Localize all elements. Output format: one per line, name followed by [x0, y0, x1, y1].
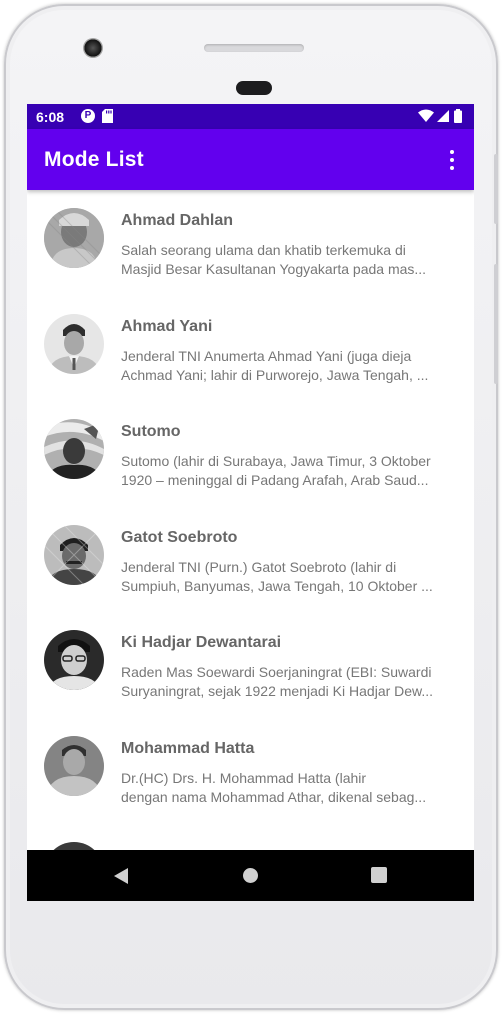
item-name: Ahmad Yani	[121, 317, 213, 335]
item-description: Jenderal TNI (Purn.) Gatot Soebroto (lah…	[121, 558, 457, 596]
home-icon[interactable]	[243, 868, 258, 883]
more-vert-icon[interactable]	[440, 146, 464, 174]
item-name: Gatot Soebroto	[121, 528, 238, 546]
avatar	[44, 630, 104, 691]
earpiece-speaker	[204, 44, 304, 52]
item-desc-line1: Jenderal TNI (Purn.) Gatot Soebroto (lah…	[121, 558, 397, 575]
status-time: 6:08	[36, 109, 65, 125]
item-desc-line1: Dr.(HC) Drs. H. Mohammad Hatta (lahir	[121, 770, 367, 786]
list-item[interactable]: Ki Hadjar Dewantarai Raden Mas Soewardi …	[27, 612, 474, 718]
recents-icon[interactable]	[371, 867, 387, 883]
item-desc-line2: Suryaningrat, sejak 1922 menjadi Ki Hadj…	[121, 683, 434, 700]
app-title: Mode List	[44, 148, 144, 171]
front-camera	[83, 38, 103, 58]
item-name: Ahmad Dahlan	[121, 212, 234, 229]
hero-list[interactable]: Ahmad Dahlan Salah seorang ulama dan kha…	[27, 190, 474, 850]
item-desc-line2: Sumpiuh, Banyumas, Jawa Tengah, 10 Oktob…	[121, 577, 433, 594]
item-description: Jenderal TNI Anumerta Ahmad Yani (juga d…	[121, 347, 457, 385]
avatar	[44, 313, 104, 374]
item-description: Sutomo (lahir di Surabaya, Jawa Timur, 3…	[121, 452, 457, 490]
item-desc-line1: Raden Mas Soewardi Soerjaningrat (EBI: S…	[121, 664, 432, 681]
sensor-pill	[236, 81, 272, 95]
avatar	[44, 419, 104, 480]
avatar	[44, 736, 104, 796]
item-desc-line2: Masjid Besar Kasultanan Yogyakarta pada …	[121, 261, 427, 277]
item-desc-line2: dengan nama Mohammad Athar, dikenal seba…	[121, 789, 427, 805]
navigation-bar	[27, 850, 474, 901]
item-name: Ki Hadjar Dewantarai	[121, 634, 282, 652]
battery-icon	[454, 109, 462, 123]
list-item[interactable]	[27, 824, 474, 850]
status-right-icons	[418, 109, 466, 124]
list-item[interactable]: Gatot Soebroto Jenderal TNI (Purn.) Gato…	[27, 507, 474, 613]
list-item[interactable]: Sutomo Sutomo (lahir di Surabaya, Jawa T…	[27, 401, 474, 507]
signal-icon	[437, 110, 449, 122]
sd-card-icon	[102, 109, 113, 128]
item-desc-line2: Achmad Yani; lahir di Purworejo, Jawa Te…	[121, 366, 429, 383]
power-button	[494, 154, 498, 224]
avatar	[44, 841, 104, 850]
item-description: Salah seorang ulama dan khatib terkemuka…	[121, 241, 457, 279]
avatar	[44, 524, 104, 585]
p-notification-icon: P	[81, 109, 95, 123]
item-name: Sutomo	[121, 423, 181, 441]
list-item[interactable]: Ahmad Yani Jenderal TNI Anumerta Ahmad Y…	[27, 296, 474, 402]
list-item[interactable]: Ahmad Dahlan Salah seorang ulama dan kha…	[27, 190, 474, 296]
item-desc-line2: 1920 – meninggal di Padang Arafah, Arab …	[121, 472, 429, 489]
item-desc-line1: Salah seorang ulama dan khatib terkemuka…	[121, 242, 406, 258]
volume-button	[494, 264, 498, 384]
app-bar: Mode List	[27, 129, 474, 190]
status-bar: 6:08 P	[27, 104, 474, 129]
item-desc-line1: Jenderal TNI Anumerta Ahmad Yani (juga d…	[121, 347, 412, 364]
item-desc-line1: Sutomo (lahir di Surabaya, Jawa Timur, 3…	[121, 453, 431, 470]
item-description: Raden Mas Soewardi Soerjaningrat (EBI: S…	[121, 663, 457, 701]
list-item[interactable]: Mohammad Hatta Dr.(HC) Drs. H. Mohammad …	[27, 718, 474, 824]
device-screen: 6:08 P Mode List Ahmad Dahlan Salah seor…	[27, 104, 474, 901]
back-icon[interactable]	[113, 867, 129, 890]
avatar	[44, 208, 104, 268]
wifi-icon	[418, 109, 434, 122]
item-name: Mohammad Hatta	[121, 740, 255, 757]
item-description: Dr.(HC) Drs. H. Mohammad Hatta (lahir de…	[121, 769, 457, 807]
